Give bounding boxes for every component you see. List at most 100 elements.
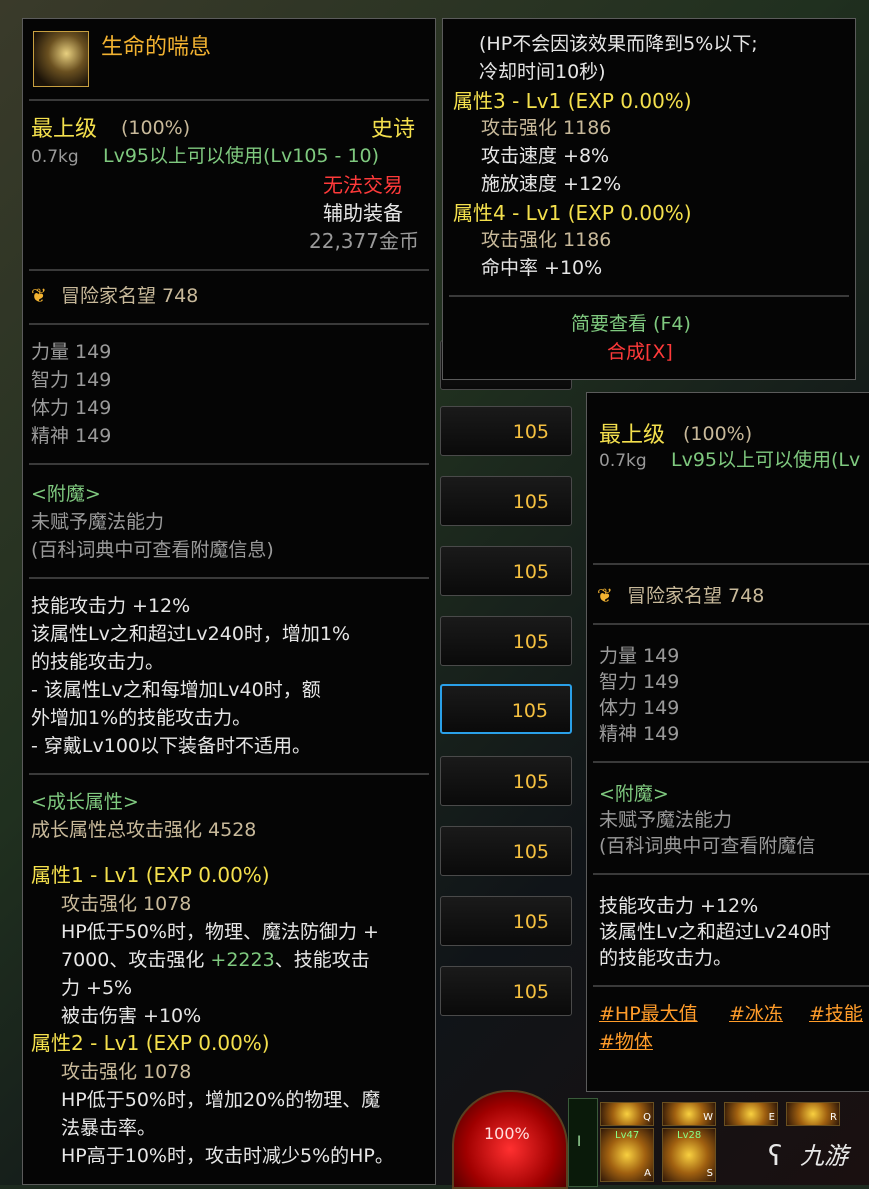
- compare-stat: 体力 149: [599, 697, 680, 719]
- synthesize-button[interactable]: 合成[X]: [607, 343, 673, 362]
- skill-line: 的技能攻击力。: [31, 651, 165, 673]
- tag-link[interactable]: #技能: [809, 1005, 863, 1024]
- skill-icon[interactable]: R: [786, 1102, 840, 1126]
- skill-line: 该属性Lv之和超过Lv240时，增加1%: [31, 623, 351, 645]
- stat-line: 力量 149: [31, 341, 112, 363]
- divider: [593, 623, 869, 625]
- skill-icon[interactable]: Lv28 S: [662, 1128, 716, 1182]
- compare-weight: 0.7kg: [599, 451, 647, 471]
- trade-status: 无法交易: [323, 173, 403, 197]
- watermark-logo: ʕ 九游: [760, 1128, 869, 1185]
- item-grade-pct: (100%): [121, 117, 191, 139]
- item-weight: 0.7kg: [31, 147, 79, 167]
- list-entry[interactable]: 105: [440, 756, 572, 806]
- compare-grade: 最上级: [599, 423, 666, 448]
- attr1-text: 7000、攻击强化: [61, 949, 211, 971]
- growth-total: 成长属性总攻击强化 4528: [31, 819, 257, 841]
- divider: [593, 761, 869, 763]
- tip-line: (HP不会因该效果而降到5%以下;: [479, 33, 758, 55]
- item-tooltip: 生命的喘息 最上级 (100%) 史诗 0.7kg Lv95以上可以使用(Lv1…: [22, 18, 436, 1185]
- stat-line: 智力 149: [31, 369, 112, 391]
- skill-key: Q: [643, 1112, 651, 1123]
- list-entry[interactable]: 105: [440, 966, 572, 1016]
- list-entry[interactable]: 105: [440, 546, 572, 596]
- compare-skill-line: 技能攻击力 +12%: [599, 895, 759, 917]
- tag-link[interactable]: #物体: [599, 1033, 653, 1052]
- skill-icon[interactable]: E: [724, 1102, 778, 1126]
- divider: [29, 773, 429, 775]
- item-slot: 辅助装备: [323, 201, 403, 225]
- list-entry[interactable]: 105: [440, 896, 572, 946]
- hp-orb: 100%: [452, 1090, 568, 1189]
- attr1-bonus: +2223: [210, 949, 275, 971]
- skill-line: - 穿戴Lv100以下装备时不适用。: [31, 735, 311, 757]
- attr1-line: 被击伤害 +10%: [61, 1005, 202, 1027]
- attr4-atk: 攻击强化 1186: [481, 229, 612, 251]
- skill-key: E: [768, 1112, 775, 1123]
- compare-stat: 精神 149: [599, 723, 680, 745]
- skill-level: Lv47: [615, 1130, 640, 1141]
- divider: [29, 463, 429, 465]
- attr4-title: 属性4 - Lv1 (EXP 0.00%): [453, 201, 692, 225]
- compare-stat: 力量 149: [599, 645, 680, 667]
- skill-key: W: [703, 1112, 713, 1123]
- attribute-tooltip: (HP不会因该效果而降到5%以下; 冷却时间10秒) 属性3 - Lv1 (EX…: [442, 18, 856, 380]
- brief-view-button[interactable]: 简要查看 (F4): [571, 315, 691, 334]
- compare-enchant-line: (百科词典中可查看附魔信: [599, 835, 816, 857]
- list-entry[interactable]: 105: [440, 826, 572, 876]
- divider: [29, 269, 429, 271]
- tag-link[interactable]: #冰冻: [729, 1005, 783, 1024]
- compare-stat: 智力 149: [599, 671, 680, 693]
- divider: [593, 873, 869, 875]
- list-entry[interactable]: 105: [440, 476, 572, 526]
- tag-link[interactable]: #HP最大值: [599, 1005, 698, 1024]
- fame-value: 冒险家名望 748: [61, 285, 199, 307]
- fame-icon: ❦: [31, 285, 47, 307]
- enchant-title: <附魔>: [31, 483, 101, 505]
- skill-key: R: [830, 1112, 837, 1123]
- divider: [449, 295, 849, 297]
- skill-line: 技能攻击力 +12%: [31, 595, 191, 617]
- list-entry[interactable]: 105: [440, 406, 572, 456]
- attr1-line: 力 +5%: [61, 977, 133, 999]
- stat-line: 精神 149: [31, 425, 112, 447]
- skill-line: 外增加1%的技能攻击力。: [31, 707, 252, 729]
- attr1-line: 7000、攻击强化 +2223、技能攻击: [61, 951, 370, 970]
- item-level-req: Lv95以上可以使用(Lv105 - 10): [103, 145, 380, 167]
- item-rarity: 史诗: [371, 117, 416, 142]
- bell-icon: [33, 31, 89, 87]
- attr1-line: HP低于50%时，物理、魔法防御力 +: [61, 921, 379, 943]
- hp-percent: 100%: [484, 1124, 530, 1143]
- divider: [29, 323, 429, 325]
- skill-icon[interactable]: W: [662, 1102, 716, 1126]
- item-grade: 最上级: [31, 117, 98, 142]
- skill-icon[interactable]: Lv47 A: [600, 1128, 654, 1182]
- compare-tooltip: 最上级 (100%) 0.7kg Lv95以上可以使用(Lv ❦ 冒险家名望 7…: [586, 392, 869, 1092]
- attr1-atk: 攻击强化 1078: [61, 893, 192, 915]
- divider: [593, 563, 869, 565]
- growth-title: <成长属性>: [31, 791, 139, 813]
- compare-skill-line: 的技能攻击力。: [599, 947, 733, 969]
- attr2-atk: 攻击强化 1078: [61, 1061, 192, 1083]
- divider: [593, 985, 869, 987]
- hotkey-column: I: [568, 1098, 598, 1187]
- attr3-cast: 施放速度 +12%: [481, 173, 622, 195]
- attr4-hit: 命中率 +10%: [481, 257, 603, 279]
- attr1-text: 、技能攻击: [274, 949, 370, 971]
- skill-key: S: [706, 1168, 713, 1179]
- attr2-line: HP高于10%时，攻击时减少5%的HP。: [61, 1145, 394, 1167]
- attr3-title: 属性3 - Lv1 (EXP 0.00%): [453, 89, 692, 113]
- nine-game-icon: ʕ: [768, 1139, 783, 1172]
- attr3-atk: 攻击强化 1186: [481, 117, 612, 139]
- list-entry-selected[interactable]: 105: [440, 684, 572, 734]
- compare-grade-pct: (100%): [683, 423, 753, 445]
- attr2-line: 法暴击率。: [61, 1117, 157, 1139]
- stat-line: 体力 149: [31, 397, 112, 419]
- fame-icon: ❦: [597, 585, 613, 607]
- compare-enchant-line: 未赋予魔法能力: [599, 809, 733, 831]
- skill-icon[interactable]: Q: [600, 1102, 654, 1126]
- enchant-line: 未赋予魔法能力: [31, 511, 165, 533]
- divider: [29, 99, 429, 101]
- list-entry[interactable]: 105: [440, 616, 572, 666]
- divider: [29, 577, 429, 579]
